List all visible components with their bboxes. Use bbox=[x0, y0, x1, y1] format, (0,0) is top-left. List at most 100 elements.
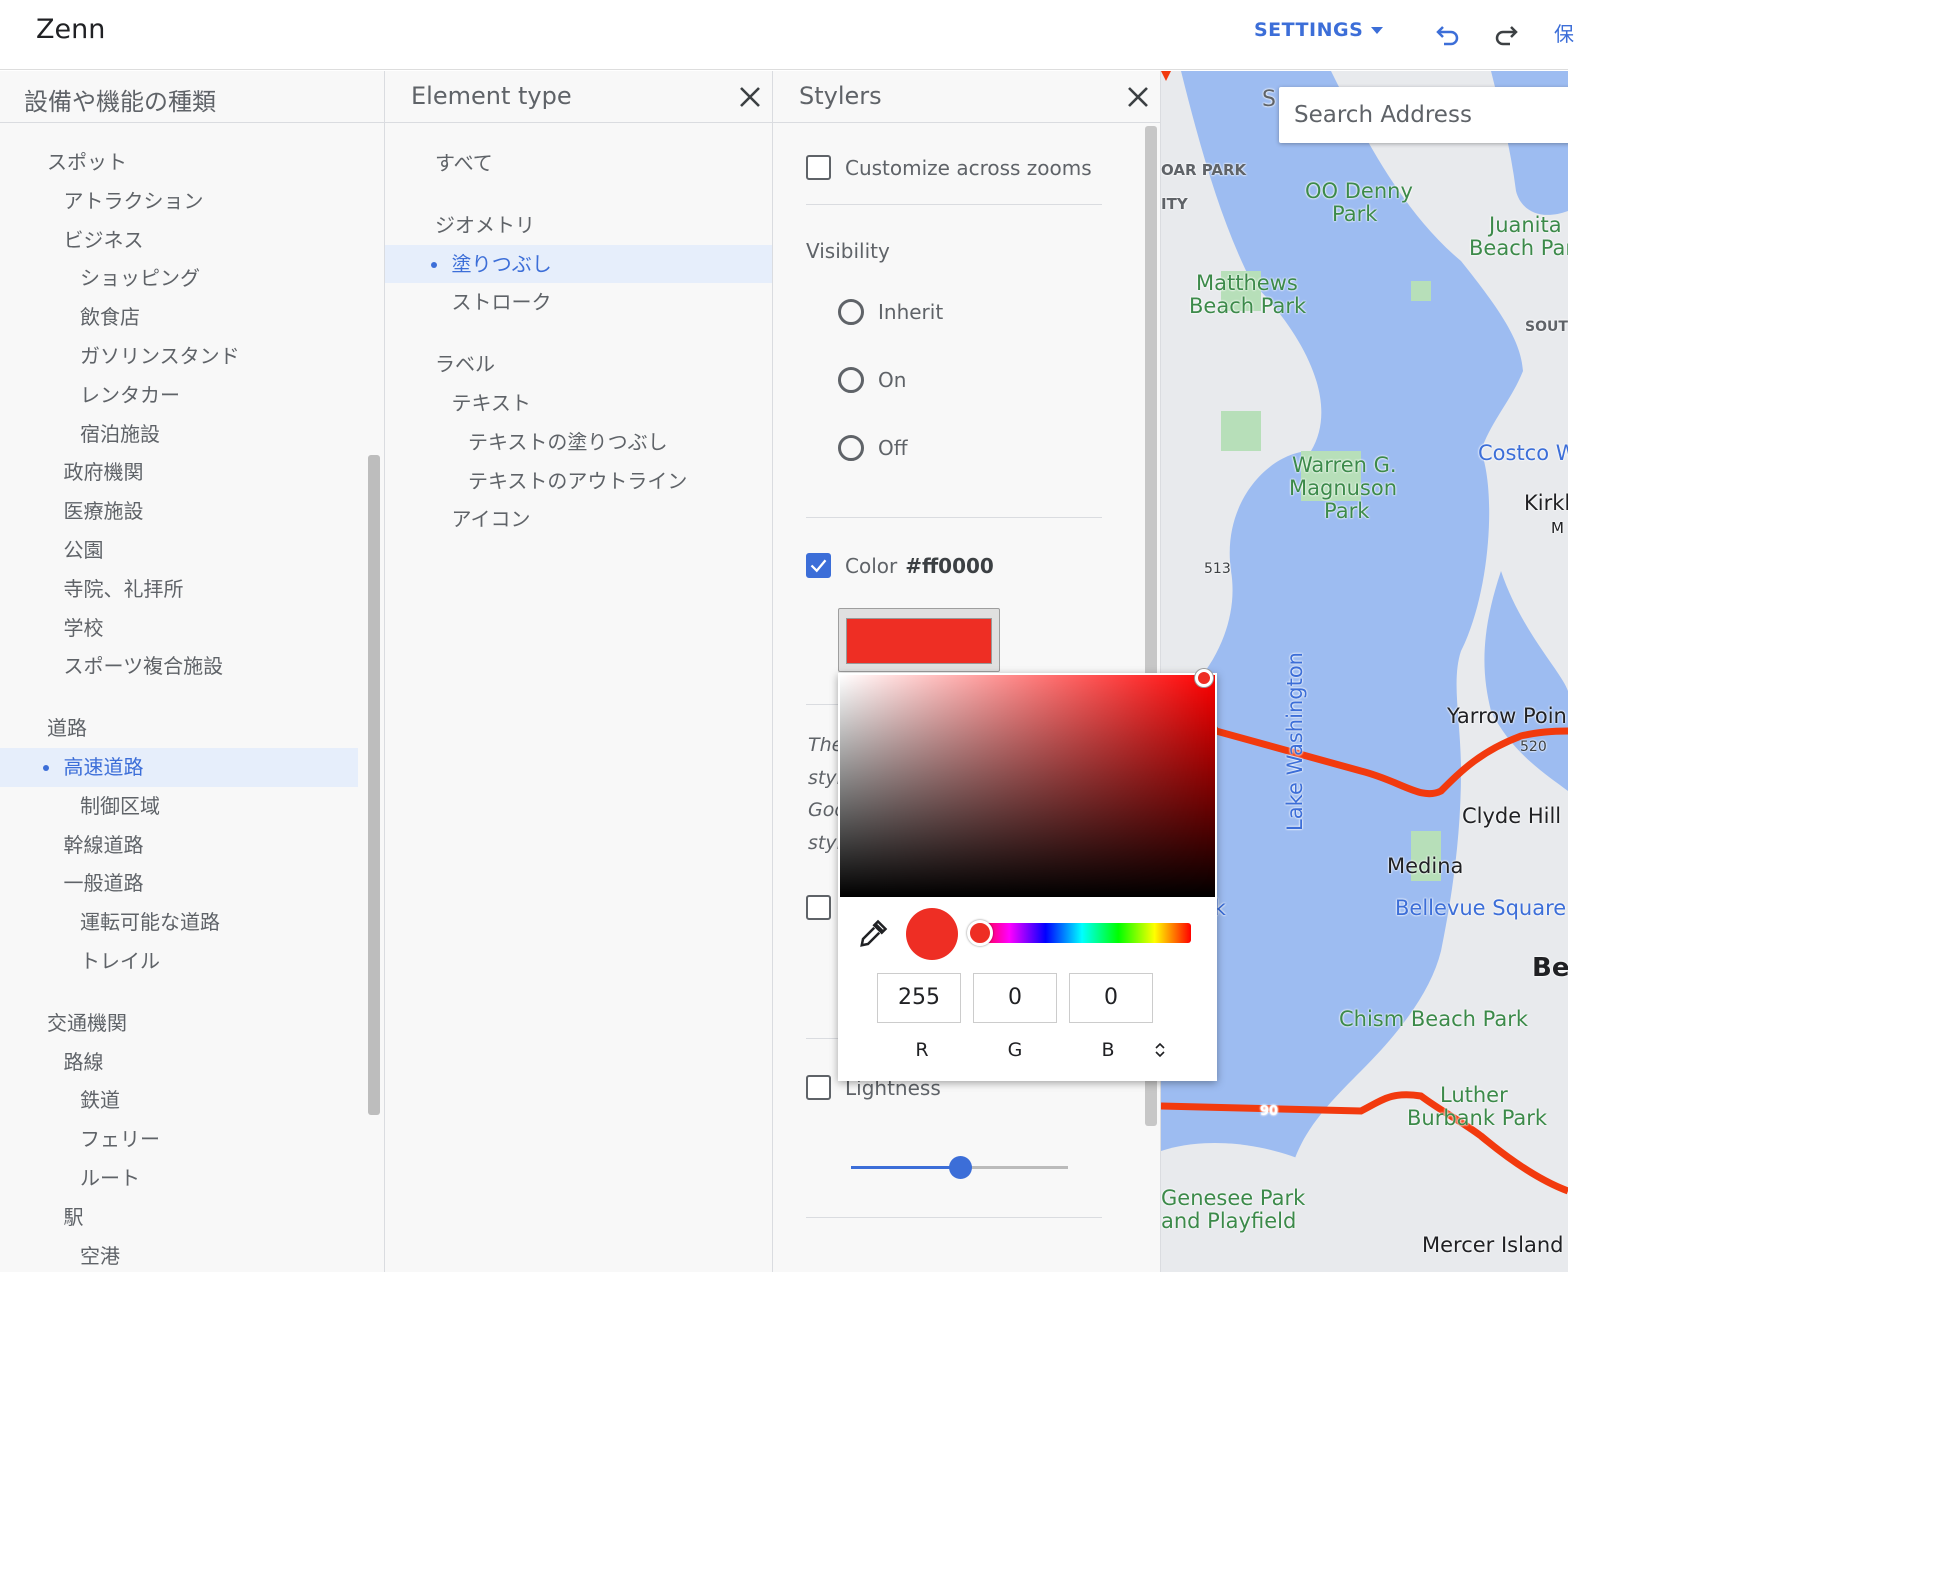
green-input[interactable]: 0 bbox=[973, 973, 1057, 1023]
lightness-slider[interactable] bbox=[851, 1156, 1068, 1179]
tree-item-label: 駅 bbox=[63, 1204, 84, 1229]
divider bbox=[806, 704, 838, 705]
tree-item[interactable]: ストローク bbox=[385, 283, 772, 322]
tree-item[interactable]: レンタカー bbox=[0, 376, 384, 415]
tree-item[interactable]: すべて bbox=[385, 144, 772, 183]
tree-item[interactable]: スポーツ複合施設 bbox=[0, 647, 384, 686]
tree-item-label: 道路 bbox=[47, 716, 87, 741]
map-label: Beach Park bbox=[1189, 294, 1307, 318]
tree-item[interactable]: テキスト bbox=[385, 384, 772, 423]
tree-item[interactable]: 路線 bbox=[0, 1043, 384, 1082]
hidden-option-checkbox[interactable] bbox=[806, 895, 831, 920]
customize-zooms-checkbox[interactable] bbox=[806, 155, 831, 180]
tree-item[interactable]: アイコン bbox=[385, 500, 772, 539]
tree-item[interactable]: 鉄道 bbox=[0, 1081, 384, 1120]
tree-item[interactable]: 高速道路 bbox=[0, 747, 358, 787]
tree-item[interactable]: 医療施設 bbox=[0, 492, 384, 531]
tree-item-label: 宿泊施設 bbox=[80, 421, 160, 446]
hue-slider[interactable] bbox=[967, 920, 1191, 946]
visibility-off-option[interactable]: Off bbox=[838, 435, 908, 461]
tree-item[interactable]: ラベル bbox=[385, 345, 772, 384]
tree-item[interactable]: 幹線道路 bbox=[0, 826, 384, 865]
visibility-on-option[interactable]: On bbox=[838, 367, 906, 393]
tree-item[interactable]: 制御区域 bbox=[0, 787, 384, 826]
visibility-label: Visibility bbox=[806, 239, 890, 263]
sv-handle[interactable] bbox=[1195, 669, 1213, 687]
tree-item[interactable]: ショッピング bbox=[0, 259, 384, 298]
map-label: Beach Par bbox=[1469, 236, 1568, 260]
close-icon[interactable] bbox=[738, 85, 762, 109]
save-button-partial[interactable]: 保 bbox=[1554, 18, 1574, 47]
tree-item[interactable]: フェリー bbox=[0, 1120, 384, 1159]
highway bbox=[1161, 71, 1171, 81]
radio-on[interactable] bbox=[838, 367, 864, 393]
radio-inherit[interactable] bbox=[838, 299, 864, 325]
lightness-checkbox[interactable] bbox=[806, 1075, 831, 1100]
tree-item-label: アトラクション bbox=[63, 188, 204, 213]
selected-dot-icon bbox=[430, 261, 437, 268]
tree-item-label: 高速道路 bbox=[63, 754, 144, 779]
tree-item-label: 一般道路 bbox=[63, 871, 144, 896]
tree-item[interactable]: 交通機関 bbox=[0, 1004, 384, 1043]
tree-item[interactable]: テキストのアウトライン bbox=[385, 462, 772, 501]
map-label: Park bbox=[1332, 202, 1378, 226]
scrollbar[interactable] bbox=[368, 455, 380, 1115]
map-label: Kirkl bbox=[1524, 491, 1568, 515]
lightness-slider-thumb[interactable] bbox=[948, 1156, 972, 1179]
redo-icon[interactable] bbox=[1492, 18, 1520, 46]
map-preview[interactable]: Search Address S OAR PARK ITY OO Denny Park J… bbox=[1161, 71, 1568, 1272]
color-row[interactable]: Color #ff0000 bbox=[806, 553, 994, 578]
undo-icon[interactable] bbox=[1434, 18, 1462, 46]
tree-item[interactable]: 飲食店 bbox=[0, 298, 384, 337]
map-label: Warren G. bbox=[1292, 453, 1397, 477]
tree-item[interactable]: 一般道路 bbox=[0, 864, 384, 903]
tree-item[interactable]: 道路 bbox=[0, 709, 384, 748]
color-checkbox[interactable] bbox=[806, 553, 831, 578]
tree-item-label: ラベル bbox=[435, 352, 495, 377]
tree-item[interactable]: テキストの塗りつぶし bbox=[385, 423, 772, 462]
radio-off[interactable] bbox=[838, 435, 864, 461]
eyedropper-icon[interactable] bbox=[858, 919, 888, 949]
tree-item[interactable]: 空港 bbox=[0, 1237, 384, 1272]
tree-item[interactable]: 宿泊施設 bbox=[0, 415, 384, 454]
visibility-inherit-option[interactable]: Inherit bbox=[838, 299, 943, 325]
tree-item-label: 飲食店 bbox=[80, 305, 140, 330]
blue-input[interactable]: 0 bbox=[1069, 973, 1153, 1023]
map-label: Matthews bbox=[1196, 271, 1298, 295]
color-swatch-button[interactable] bbox=[838, 608, 1000, 672]
tree-item[interactable]: 公園 bbox=[0, 531, 384, 570]
map-label: Luther bbox=[1440, 1083, 1508, 1107]
tree-item[interactable]: 塗りつぶし bbox=[385, 244, 772, 284]
tree-item[interactable]: スポット bbox=[0, 143, 384, 182]
tree-item-label: 鉄道 bbox=[80, 1088, 120, 1113]
divider bbox=[806, 1038, 838, 1039]
tree-item[interactable]: 寺院、礼拝所 bbox=[0, 570, 384, 609]
format-toggle-icon[interactable] bbox=[1154, 1042, 1166, 1058]
map-label: Bellevue Square bbox=[1395, 896, 1567, 920]
tree-item[interactable]: ガソリンスタンド bbox=[0, 337, 384, 376]
blue-label: B bbox=[1101, 1039, 1115, 1061]
tree-item-label: レンタカー bbox=[80, 382, 180, 407]
tree-item[interactable]: 運転可能な道路 bbox=[0, 903, 384, 942]
current-color-preview bbox=[906, 908, 958, 960]
tree-item[interactable]: 政府機関 bbox=[0, 453, 384, 492]
tree-item[interactable]: ジオメトリ bbox=[385, 206, 772, 245]
customize-zooms-row[interactable]: Customize across zooms bbox=[806, 155, 1092, 180]
tree-item-label: ビジネス bbox=[63, 227, 144, 252]
tree-item[interactable]: 学校 bbox=[0, 609, 384, 648]
hue-slider-thumb[interactable] bbox=[967, 920, 993, 946]
tree-item[interactable]: アトラクション bbox=[0, 182, 384, 221]
tree-item-label: テキスト bbox=[451, 390, 531, 415]
search-address-input[interactable]: Search Address bbox=[1279, 87, 1568, 143]
tree-item[interactable]: ビジネス bbox=[0, 221, 384, 260]
tree-item[interactable]: トレイル bbox=[0, 942, 384, 981]
settings-menu-button[interactable]: SETTINGS bbox=[1254, 19, 1384, 41]
tree-item[interactable]: 駅 bbox=[0, 1198, 384, 1237]
close-icon[interactable] bbox=[1126, 85, 1150, 109]
red-input[interactable]: 255 bbox=[877, 973, 961, 1023]
saturation-value-area[interactable] bbox=[840, 675, 1215, 897]
tree-item[interactable]: ルート bbox=[0, 1159, 384, 1198]
tree-item-label: ルート bbox=[80, 1165, 140, 1190]
